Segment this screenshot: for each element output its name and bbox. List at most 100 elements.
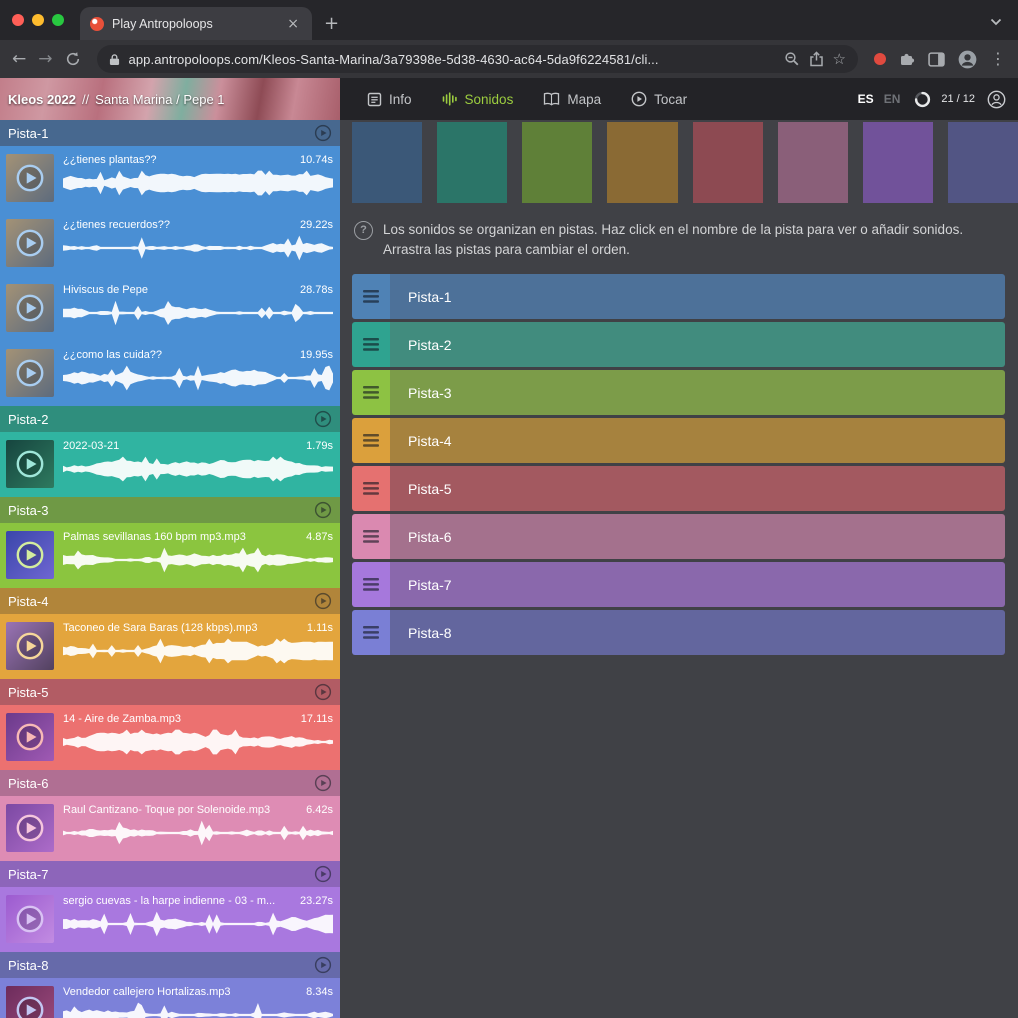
track-list: Pista-1Pista-2Pista-3Pista-4Pista-5Pista… (352, 274, 1005, 655)
forward-icon[interactable]: → (38, 51, 52, 68)
track-row[interactable]: Pista-3 (352, 370, 1005, 415)
tab-info[interactable]: Info (352, 78, 427, 120)
bookmark-star-icon[interactable]: ☆ (833, 52, 846, 67)
tab-tocar[interactable]: Tocar (616, 78, 702, 120)
back-icon[interactable]: ← (12, 51, 26, 68)
new-tab-button[interactable]: + (324, 15, 339, 33)
lang-en-button[interactable]: EN (884, 92, 901, 106)
tab-sonidos[interactable]: Sonidos (427, 78, 529, 120)
sound-item[interactable]: 14 - Aire de Zamba.mp317.11s (0, 705, 340, 770)
sound-item[interactable]: ¿¿como las cuida??19.95s (0, 341, 340, 406)
tab-title: Play Antropoloops (112, 17, 284, 31)
help-icon: ? (354, 221, 373, 240)
track-header[interactable]: Pista-4 (0, 588, 340, 614)
track-row-body[interactable]: Pista-2 (390, 322, 1005, 367)
tab-close-icon[interactable]: × (284, 15, 302, 33)
track-play-button[interactable] (314, 592, 332, 610)
track-play-button[interactable] (314, 774, 332, 792)
browser-tab[interactable]: Play Antropoloops × (80, 7, 312, 40)
close-window-button[interactable] (12, 14, 24, 26)
tab-mapa[interactable]: Mapa (528, 78, 616, 120)
track-header[interactable]: Pista-1 (0, 120, 340, 146)
track-play-button[interactable] (314, 501, 332, 519)
sound-item[interactable]: 2022-03-211.79s (0, 432, 340, 497)
browser-profile-avatar[interactable] (958, 50, 977, 69)
account-icon[interactable] (987, 90, 1006, 109)
track-play-button[interactable] (314, 683, 332, 701)
sound-item[interactable]: ¿¿tienes recuerdos??29.22s (0, 211, 340, 276)
track-play-button[interactable] (314, 865, 332, 883)
track-play-button[interactable] (314, 410, 332, 428)
track-row[interactable]: Pista-6 (352, 514, 1005, 559)
track-row-body[interactable]: Pista-7 (390, 562, 1005, 607)
extensions-puzzle-icon[interactable] (899, 51, 915, 67)
track-row[interactable]: Pista-7 (352, 562, 1005, 607)
track-name: Pista-1 (8, 126, 314, 141)
lang-es-button[interactable]: ES (858, 92, 874, 106)
load-counter: 21 / 12 (941, 93, 975, 105)
browser-menu-icon[interactable]: ⋮ (990, 51, 1006, 67)
sound-thumbnail[interactable] (6, 154, 54, 202)
track-drag-handle[interactable] (352, 514, 390, 559)
sound-thumbnail[interactable] (6, 895, 54, 943)
track-row-body[interactable]: Pista-5 (390, 466, 1005, 511)
track-row-body[interactable]: Pista-1 (390, 274, 1005, 319)
sound-item[interactable]: Taconeo de Sara Baras (128 kbps).mp31.11… (0, 614, 340, 679)
sound-item[interactable]: Hiviscus de Pepe28.78s (0, 276, 340, 341)
sound-waveform (63, 1001, 333, 1018)
sound-thumbnail[interactable] (6, 986, 54, 1018)
sound-thumbnail[interactable] (6, 440, 54, 488)
track-header[interactable]: Pista-6 (0, 770, 340, 796)
track-row[interactable]: Pista-4 (352, 418, 1005, 463)
sound-thumbnail[interactable] (6, 349, 54, 397)
track-row[interactable]: Pista-1 (352, 274, 1005, 319)
track-header[interactable]: Pista-2 (0, 406, 340, 432)
track-row-body[interactable]: Pista-8 (390, 610, 1005, 655)
track-header[interactable]: Pista-8 (0, 952, 340, 978)
drag-handle-icon (363, 290, 379, 303)
sound-thumbnail[interactable] (6, 531, 54, 579)
sound-item[interactable]: Palmas sevillanas 160 bpm mp3.mp34.87s (0, 523, 340, 588)
track-color-swatch (437, 122, 507, 203)
track-row[interactable]: Pista-8 (352, 610, 1005, 655)
sound-item[interactable]: sergio cuevas - la harpe indienne - 03 -… (0, 887, 340, 952)
side-panel-icon[interactable] (928, 52, 945, 67)
track-play-button[interactable] (314, 956, 332, 974)
track-header[interactable]: Pista-5 (0, 679, 340, 705)
recorder-extension-icon[interactable] (874, 53, 886, 65)
help-text: Los sonidos se organizan en pistas. Haz … (383, 220, 1004, 259)
track-drag-handle[interactable] (352, 562, 390, 607)
sound-item[interactable]: ¿¿tienes plantas??10.74s (0, 146, 340, 211)
track-row[interactable]: Pista-2 (352, 322, 1005, 367)
sound-thumbnail[interactable] (6, 622, 54, 670)
tab-list-chevron-icon[interactable] (990, 18, 1002, 26)
track-drag-handle[interactable] (352, 466, 390, 511)
sound-item[interactable]: Vendedor callejero Hortalizas.mp38.34s (0, 978, 340, 1018)
track-row-body[interactable]: Pista-6 (390, 514, 1005, 559)
address-bar[interactable]: app.antropoloops.com/Kleos-Santa-Marina/… (97, 45, 859, 73)
track-drag-handle[interactable] (352, 274, 390, 319)
track-drag-handle[interactable] (352, 610, 390, 655)
track-drag-handle[interactable] (352, 322, 390, 367)
track-drag-handle[interactable] (352, 370, 390, 415)
share-icon[interactable] (809, 51, 824, 67)
sound-item[interactable]: Raul Cantizano- Toque por Solenoide.mp36… (0, 796, 340, 861)
sound-thumbnail[interactable] (6, 713, 54, 761)
track-row[interactable]: Pista-5 (352, 466, 1005, 511)
track-row-body[interactable]: Pista-4 (390, 418, 1005, 463)
sound-thumbnail[interactable] (6, 219, 54, 267)
sound-thumbnail[interactable] (6, 804, 54, 852)
track-header[interactable]: Pista-7 (0, 861, 340, 887)
track-row-body[interactable]: Pista-3 (390, 370, 1005, 415)
zoom-icon[interactable] (784, 51, 800, 67)
reload-icon[interactable] (65, 51, 81, 67)
track-color-swatch (522, 122, 592, 203)
track-play-button[interactable] (314, 124, 332, 142)
sound-thumbnail[interactable] (6, 284, 54, 332)
sound-duration: 1.79s (306, 440, 333, 452)
breadcrumb[interactable]: Kleos 2022 // Santa Marina / Pepe 1 (0, 78, 340, 120)
minimize-window-button[interactable] (32, 14, 44, 26)
fullscreen-window-button[interactable] (52, 14, 64, 26)
track-drag-handle[interactable] (352, 418, 390, 463)
track-header[interactable]: Pista-3 (0, 497, 340, 523)
